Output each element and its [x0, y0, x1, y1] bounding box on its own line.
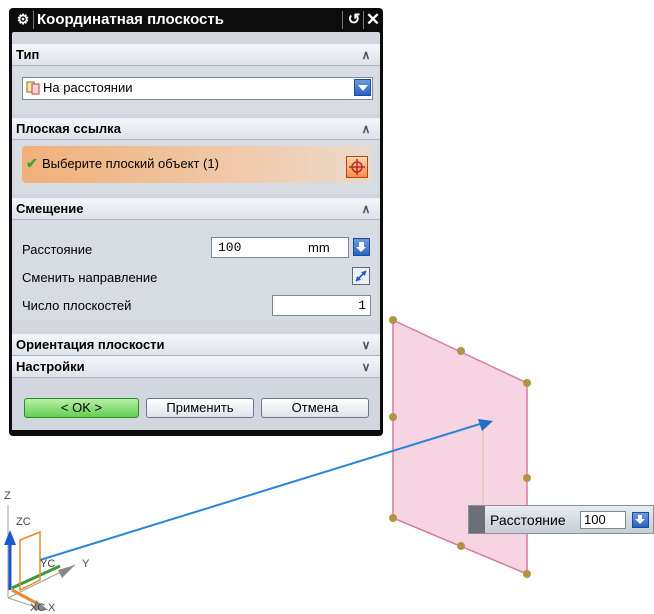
type-dropdown[interactable]: На расстоянии: [22, 77, 373, 100]
onscreen-distance-label: Расстояние: [490, 512, 566, 528]
plane-count-input[interactable]: 1: [272, 295, 371, 316]
chevron-up-icon[interactable]: ∧: [360, 121, 372, 137]
plane-count-value: 1: [358, 298, 366, 313]
distance-options-button[interactable]: [353, 238, 370, 256]
reverse-direction-label: Сменить направление: [22, 270, 158, 285]
section-title-offset: Смещение: [16, 201, 84, 216]
section-title-settings: Настройки: [16, 359, 85, 374]
onscreen-distance-menu-button[interactable]: [632, 512, 649, 528]
drag-grip-icon[interactable]: [469, 506, 485, 533]
axis-z-label: Z: [4, 490, 11, 502]
section-header-offset[interactable]: Смещение ∧: [12, 198, 380, 220]
reverse-direction-icon: [355, 270, 367, 282]
section-header-type[interactable]: Тип ∧: [12, 44, 380, 66]
dialog-body: Тип ∧ На расстоянии Плоская ссылка ∧ ✔ В…: [12, 32, 380, 430]
section-header-planar-reference[interactable]: Плоская ссылка ∧: [12, 118, 380, 140]
type-selected-value: На расстоянии: [43, 80, 133, 95]
handle-corner[interactable]: [523, 379, 531, 387]
onscreen-distance-value: 100: [584, 512, 606, 527]
datum-plane[interactable]: [392, 318, 528, 576]
section-header-settings[interactable]: Настройки ∨: [12, 356, 380, 378]
handle-edge[interactable]: [457, 542, 465, 550]
chevron-up-icon[interactable]: ∧: [360, 47, 372, 63]
reset-icon[interactable]: ↺: [346, 10, 362, 30]
dropdown-arrow-icon[interactable]: [354, 79, 371, 96]
cancel-button[interactable]: Отмена: [261, 398, 369, 418]
chevron-down-icon[interactable]: ∨: [360, 359, 372, 375]
distance-unit: mm: [308, 240, 330, 255]
datum-plane-dialog: ⚙ Координатная плоскость ↺ ✕ Тип ∧ На ра…: [9, 8, 383, 436]
close-icon[interactable]: ✕: [365, 10, 381, 30]
plane-face[interactable]: [392, 318, 528, 576]
apply-button[interactable]: Применить: [146, 398, 254, 418]
handle-edge[interactable]: [389, 413, 397, 421]
crosshair-icon: [349, 159, 365, 175]
dialog-title: Координатная плоскость: [37, 11, 224, 28]
onscreen-input-box[interactable]: Расстояние 100: [468, 505, 654, 534]
select-planar-object-row[interactable]: ✔ Выберите плоский объект (1): [22, 146, 371, 183]
chevron-up-icon[interactable]: ∧: [360, 201, 372, 217]
ok-button[interactable]: < OK >: [24, 398, 139, 418]
distance-label: Расстояние: [22, 242, 93, 257]
select-object-label: Выберите плоский объект (1): [42, 156, 219, 171]
axis-x-label: X: [48, 602, 56, 614]
handle-corner[interactable]: [389, 316, 397, 324]
axis-zc-label: ZC: [16, 516, 31, 528]
distance-input[interactable]: 100 mm: [211, 237, 349, 258]
plane-at-distance-icon: [26, 81, 40, 95]
section-header-orientation[interactable]: Ориентация плоскости ∨: [12, 334, 380, 356]
chevron-down-icon[interactable]: ∨: [360, 337, 372, 353]
dialog-titlebar[interactable]: ⚙ Координатная плоскость ↺ ✕: [9, 8, 383, 32]
section-title-type: Тип: [16, 47, 40, 62]
handle-edge[interactable]: [457, 347, 465, 355]
handle-corner[interactable]: [523, 570, 531, 578]
onscreen-distance-input[interactable]: 100: [580, 511, 626, 529]
handle-edge[interactable]: [523, 474, 531, 482]
axis-yc-label: YC: [40, 558, 56, 570]
gear-icon[interactable]: ⚙: [15, 11, 31, 27]
distance-value: 100: [218, 240, 242, 255]
reverse-direction-button[interactable]: [352, 267, 370, 285]
handle-corner[interactable]: [389, 514, 397, 522]
crosshair-select-button[interactable]: [346, 156, 368, 178]
axis-y-label: Y: [82, 558, 90, 570]
section-title-planar-reference: Плоская ссылка: [16, 121, 121, 136]
section-title-orientation: Ориентация плоскости: [16, 337, 165, 352]
axis-xc-label: XC: [30, 602, 46, 614]
plane-count-label: Число плоскостей: [22, 298, 132, 313]
checkmark-icon: ✔: [26, 155, 38, 171]
